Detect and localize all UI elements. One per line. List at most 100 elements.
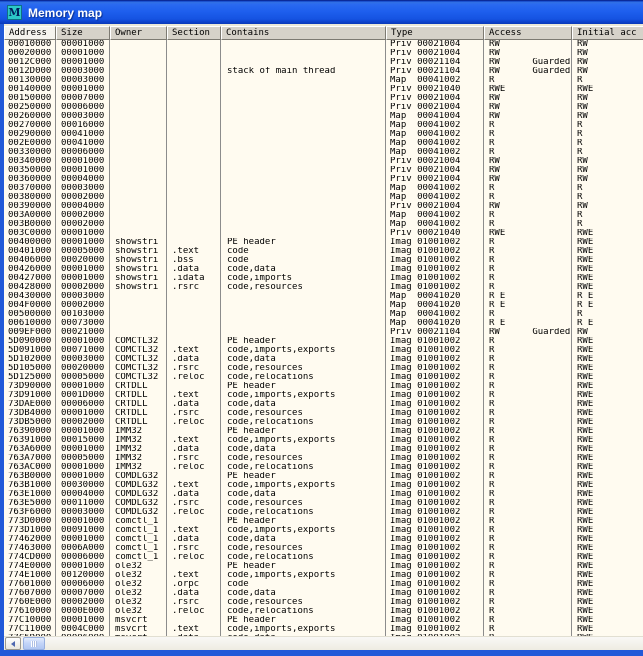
table-row[interactable]: 773D100000091000comctl_1.textcode,import… (4, 526, 643, 535)
table-row[interactable]: 0042600000001000showstri.datacode,dataIm… (4, 265, 643, 274)
table-row[interactable]: 77C110000004C000msvcrt.textcode,imports,… (4, 625, 643, 634)
table-row[interactable]: 5D09100000071000COMCTL32.textcode,import… (4, 346, 643, 355)
table-row[interactable]: 73D9000000001000CRTDLLPE headerImag 0100… (4, 382, 643, 391)
table-row[interactable]: 763E100000004000COMDLG32.datacode,dataIm… (4, 490, 643, 499)
table-row[interactable]: 0002000000001000Priv 00021004RWRW (4, 49, 643, 58)
column-header-access[interactable]: Access (484, 26, 572, 40)
cell-address: 763AC000 (4, 463, 56, 472)
column-header-contains[interactable]: Contains (221, 26, 386, 40)
table-row[interactable]: 0040000000001000showstriPE headerImag 01… (4, 238, 643, 247)
table-row[interactable]: 0061000000073000Map 00041020R ER E (4, 319, 643, 328)
cell-type: Imag 01001002 (386, 598, 484, 607)
cell-access: R (484, 148, 572, 157)
table-row[interactable]: 763A700000005000IMM32.rsrccode,resources… (4, 454, 643, 463)
table-row[interactable]: 0013000000003000Map 00041002RR (4, 76, 643, 85)
column-header-size[interactable]: Size (56, 26, 110, 40)
cell-contains (221, 229, 386, 238)
column-header-initial-access[interactable]: Initial acc (572, 26, 643, 40)
table-row[interactable]: 763B100000030000COMDLG32.textcode,import… (4, 481, 643, 490)
table-row[interactable]: 003B000000002000Map 00041002RR (4, 220, 643, 229)
table-row[interactable]: 0034000000001000Priv 00021004RWRW (4, 157, 643, 166)
table-row[interactable]: 7746200000001000comctl_1.datacode,dataIm… (4, 535, 643, 544)
scroll-left-button[interactable] (5, 637, 21, 650)
table-row[interactable]: 0033000000006000Map 00041002RR (4, 148, 643, 157)
cell-owner: ole32 (110, 598, 167, 607)
table-row[interactable]: 0039000000004000Priv 00021004RWRW (4, 202, 643, 211)
table-row[interactable]: 0012D00000003000stack of main threadPriv… (4, 67, 643, 76)
table-row[interactable]: 0027000000016000Map 00041002RR (4, 121, 643, 130)
table-row[interactable]: 0042700000001000showstri.idatacode,impor… (4, 274, 643, 283)
table-row[interactable]: 763A600000001000IMM32.datacode,dataImag … (4, 445, 643, 454)
table-row[interactable]: 774E100000120000ole32.textcode,imports,e… (4, 571, 643, 580)
table-row[interactable]: 7639000000001000IMM32PE headerImag 01001… (4, 427, 643, 436)
table-row[interactable]: 5D09000000001000COMCTL32PE headerImag 01… (4, 337, 643, 346)
column-header-section[interactable]: Section (167, 26, 221, 40)
table-row[interactable]: 774CD00000006000comctl_1.reloccode,reloc… (4, 553, 643, 562)
table-row[interactable]: 7760100000006000ole32.orpccodeImag 01001… (4, 580, 643, 589)
table-row[interactable]: 7639100000015000IMM32.textcode,imports,e… (4, 436, 643, 445)
table-row[interactable]: 0012C00000001000Priv 00021104RW GuardedR… (4, 58, 643, 67)
table-row[interactable]: 0037000000003000Map 00041002RR (4, 184, 643, 193)
table-row[interactable]: 776100000000E000ole32.reloccode,relocati… (4, 607, 643, 616)
table-row[interactable]: 763E500000011000COMDLG32.rsrccode,resour… (4, 499, 643, 508)
cell-size: 00001000 (56, 472, 110, 481)
table-row[interactable]: 0025000000006000Priv 00021004RWRW (4, 103, 643, 112)
table-row[interactable]: 0038000000002000Map 00041002RR (4, 193, 643, 202)
table-row[interactable]: 0014000000001000Priv 00021040RWERWE (4, 85, 643, 94)
cell-section (167, 472, 221, 481)
cell-size: 00021000 (56, 328, 110, 337)
table-row[interactable]: 0036000000004000Priv 00021004RWRW (4, 175, 643, 184)
column-header-address[interactable]: Address (4, 26, 56, 40)
table-row[interactable]: 0050000000103000Map 00041002RR (4, 310, 643, 319)
table-row[interactable]: 0015000000007000Priv 00021004RWRW (4, 94, 643, 103)
table-row[interactable]: 0026000000003000Map 00041004RWRW (4, 112, 643, 121)
table-row[interactable]: 0043000000003000Map 00041020R ER E (4, 292, 643, 301)
cell-size: 00002000 (56, 211, 110, 220)
cell-address: 00330000 (4, 148, 56, 157)
table-row[interactable]: 77C1000000001000msvcrtPE headerImag 0100… (4, 616, 643, 625)
cell-type: Imag 01001002 (386, 265, 484, 274)
table-row[interactable]: 763AC00000001000IMM32.reloccode,relocati… (4, 463, 643, 472)
table-row[interactable]: 0029000000041000Map 00041002RR (4, 130, 643, 139)
cell-initial-access: RW (572, 94, 643, 103)
table-row[interactable]: 0040600000020000showstri.bsscodeImag 010… (4, 256, 643, 265)
cell-access: RW (484, 157, 572, 166)
table-row[interactable]: 7760700000007000ole32.datacode,dataImag … (4, 589, 643, 598)
table-row[interactable]: 763F600000003000COMDLG32.reloccode,reloc… (4, 508, 643, 517)
table-row[interactable]: 774630000006A000comctl_1.rsrccode,resour… (4, 544, 643, 553)
table-row[interactable]: 0001000000001000Priv 00021004RWRW (4, 40, 643, 49)
table-row[interactable]: 763B000000001000COMDLG32PE headerImag 01… (4, 472, 643, 481)
column-header-type[interactable]: Type (386, 26, 484, 40)
table-row[interactable]: 002E000000041000Map 00041002RR (4, 139, 643, 148)
table-row[interactable]: 73DAE00000006000CRTDLL.datacode,dataImag… (4, 400, 643, 409)
table-row[interactable]: 5D10200000003000COMCTL32.datacode,dataIm… (4, 355, 643, 364)
table-row[interactable]: 004F000000002000Map 00041020R ER E (4, 301, 643, 310)
table-row[interactable]: 5D10500000020000COMCTL32.rsrccode,resour… (4, 364, 643, 373)
title-bar[interactable]: M Memory map (0, 0, 643, 24)
table-row[interactable]: 0042800000002000showstri.rsrccode,resour… (4, 283, 643, 292)
cell-address: 5D105000 (4, 364, 56, 373)
table-row[interactable]: 73DB400000001000CRTDLL.rsrccode,resource… (4, 409, 643, 418)
cell-access: R (484, 382, 572, 391)
cell-initial-access: RWE (572, 508, 643, 517)
horizontal-scrollbar[interactable] (4, 636, 643, 650)
table-row[interactable]: 773D000000001000comctl_1PE headerImag 01… (4, 517, 643, 526)
table-row[interactable]: 0040100000005000showstri.textcodeImag 01… (4, 247, 643, 256)
column-header-owner[interactable]: Owner (110, 26, 167, 40)
table-row[interactable]: 003A000000002000Map 00041002RR (4, 211, 643, 220)
horizontal-scrollbar-thumb[interactable] (23, 637, 45, 650)
table-row[interactable]: 7760E00000002000ole32.rsrccode,resources… (4, 598, 643, 607)
cell-owner: comctl_1 (110, 535, 167, 544)
table-row[interactable]: 009EF00000021000Priv 00021104RW GuardedR… (4, 328, 643, 337)
table-row[interactable]: 5D12500000005000COMCTL32.reloccode,reloc… (4, 373, 643, 382)
cell-contains: code,relocations (221, 463, 386, 472)
cell-size: 00002000 (56, 283, 110, 292)
table-row[interactable]: 73D910000001D000CRTDLL.textcode,imports,… (4, 391, 643, 400)
table-row[interactable]: 73DB500000002000CRTDLL.reloccode,relocat… (4, 418, 643, 427)
window-title: Memory map (28, 6, 102, 20)
table-row[interactable]: 003C000000001000Priv 00021040RWERWE (4, 229, 643, 238)
cell-contains: code,resources (221, 499, 386, 508)
cell-size: 00001000 (56, 58, 110, 67)
table-row[interactable]: 774E000000001000ole32PE headerImag 01001… (4, 562, 643, 571)
table-row[interactable]: 0035000000001000Priv 00021004RWRW (4, 166, 643, 175)
